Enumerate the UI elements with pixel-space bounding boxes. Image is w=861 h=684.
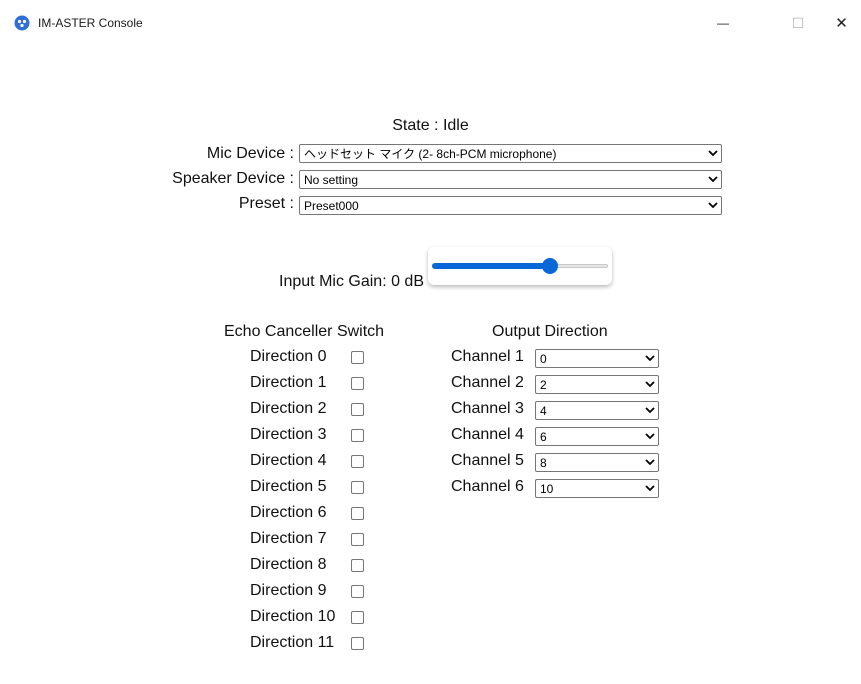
chevron-down-icon <box>705 171 721 188</box>
direction-label: Direction 1 <box>250 374 327 391</box>
chevron-down-icon <box>642 376 658 393</box>
input-mic-gain-label: Input Mic Gain: 0 dB <box>279 273 424 290</box>
channel-direction-value: 4 <box>540 403 547 418</box>
channel-label: Channel 5 <box>451 452 524 469</box>
title-bar[interactable]: IM-ASTER Console — ☐ ✕ <box>0 0 861 44</box>
maximize-icon: ☐ <box>791 14 805 31</box>
chevron-down-icon <box>642 350 658 367</box>
direction-label: Direction 9 <box>250 582 327 599</box>
channel-label: Channel 1 <box>451 348 524 365</box>
channel-direction-select[interactable]: 6 <box>535 427 659 446</box>
channel-direction-value: 10 <box>540 481 554 496</box>
speaker-device-select[interactable]: No setting <box>299 170 722 189</box>
direction-label: Direction 3 <box>250 426 327 443</box>
direction-label: Direction 4 <box>250 452 327 469</box>
direction-checkbox[interactable] <box>351 611 364 624</box>
direction-label: Direction 0 <box>250 348 327 365</box>
echo-canceller-header: Echo Canceller Switch <box>224 323 385 340</box>
speaker-device-label: Speaker Device : <box>172 170 294 187</box>
channel-direction-select[interactable]: 0 <box>535 349 659 368</box>
direction-label: Direction 6 <box>250 504 327 521</box>
direction-checkbox[interactable] <box>351 429 364 442</box>
direction-label: Direction 10 <box>250 608 336 625</box>
direction-checkbox[interactable] <box>351 533 364 546</box>
channel-direction-value: 2 <box>540 377 547 392</box>
minimize-button[interactable]: — <box>700 8 746 38</box>
channel-direction-select[interactable]: 4 <box>535 401 659 420</box>
channel-direction-select[interactable]: 8 <box>535 453 659 472</box>
preset-label: Preset : <box>238 195 294 212</box>
close-icon: ✕ <box>835 15 848 32</box>
channel-direction-value: 0 <box>540 351 547 366</box>
direction-checkbox[interactable] <box>351 377 364 390</box>
speaker-device-value: No setting <box>304 172 359 187</box>
channel-label: Channel 3 <box>451 400 524 417</box>
chevron-down-icon <box>705 145 721 162</box>
slider-thumb[interactable] <box>541 258 558 274</box>
preset-value: Preset000 <box>304 198 359 213</box>
direction-label: Direction 2 <box>250 400 327 417</box>
channel-direction-select[interactable]: 2 <box>535 375 659 394</box>
state-label: State : Idle <box>392 117 469 134</box>
direction-label: Direction 7 <box>250 530 327 547</box>
preset-select[interactable]: Preset000 <box>299 196 722 215</box>
direction-checkbox[interactable] <box>351 403 364 416</box>
direction-checkbox[interactable] <box>351 637 364 650</box>
output-direction-header: Output Direction <box>492 323 608 340</box>
input-mic-gain-slider[interactable] <box>428 247 612 285</box>
channel-direction-value: 6 <box>540 429 547 444</box>
direction-checkbox[interactable] <box>351 507 364 520</box>
close-button[interactable]: ✕ <box>822 8 861 38</box>
chevron-down-icon <box>705 197 721 214</box>
maximize-button[interactable]: ☐ <box>775 8 821 38</box>
chevron-down-icon <box>642 480 658 497</box>
app-logo-icon <box>14 15 30 31</box>
direction-checkbox[interactable] <box>351 481 364 494</box>
mic-device-label: Mic Device : <box>206 145 294 162</box>
channel-label: Channel 6 <box>451 478 524 495</box>
direction-label: Direction 8 <box>250 556 327 573</box>
channel-label: Channel 2 <box>451 374 524 391</box>
direction-checkbox[interactable] <box>351 559 364 572</box>
direction-checkbox[interactable] <box>351 585 364 598</box>
slider-fill <box>432 263 550 269</box>
direction-label: Direction 11 <box>250 634 335 651</box>
chevron-down-icon <box>642 454 658 471</box>
chevron-down-icon <box>642 428 658 445</box>
channel-direction-value: 8 <box>540 455 547 470</box>
channel-label: Channel 4 <box>451 426 524 443</box>
mic-device-value: ヘッドセット マイク (2- 8ch-PCM microphone) <box>304 147 557 161</box>
direction-checkbox[interactable] <box>351 351 364 364</box>
direction-label: Direction 5 <box>250 478 327 495</box>
minimize-icon: — <box>717 16 729 30</box>
chevron-down-icon <box>642 402 658 419</box>
window-title: IM-ASTER Console <box>38 16 143 30</box>
direction-checkbox[interactable] <box>351 455 364 468</box>
mic-device-select[interactable]: ヘッドセット マイク (2- 8ch-PCM microphone) <box>299 144 722 163</box>
channel-direction-select[interactable]: 10 <box>535 479 659 498</box>
